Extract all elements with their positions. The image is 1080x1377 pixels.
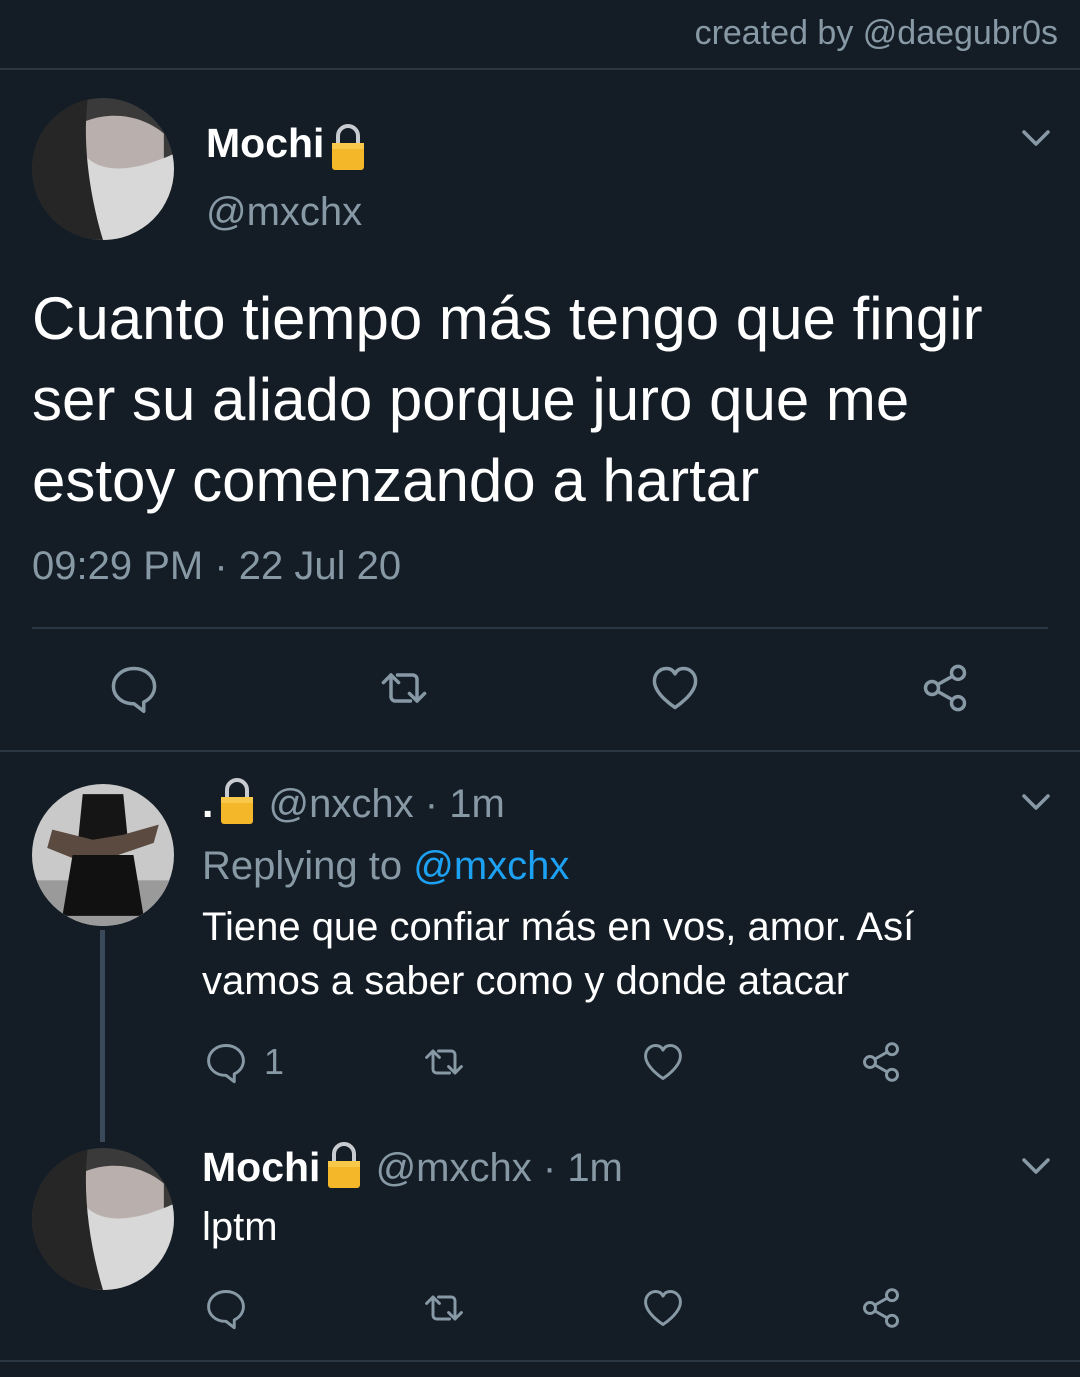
avatar-mochi[interactable]: [32, 98, 174, 240]
chevron-down-icon[interactable]: [1016, 118, 1056, 158]
header-divider: [0, 68, 1080, 70]
heart-icon: [640, 1286, 686, 1330]
mention-link[interactable]: @mxchx: [413, 844, 569, 888]
section-divider: [0, 750, 1080, 752]
reply1-text: Tiene que confiar más en vos, amor. Así …: [202, 905, 915, 1003]
share-icon: [918, 662, 972, 714]
lock-emoji-icon: [328, 122, 368, 172]
like-button[interactable]: [648, 662, 702, 714]
display-name: .: [202, 780, 214, 826]
bottom-divider: [0, 1360, 1080, 1362]
main-author[interactable]: Mochi: [206, 120, 368, 172]
avatar-image: [32, 1148, 174, 1290]
tweet-text: Cuanto tiempo más tengo que fingir ser s…: [32, 285, 983, 514]
avatar-image: [32, 784, 174, 926]
retweet-icon: [376, 662, 432, 714]
reply2-handle: @mxchx: [375, 1146, 532, 1190]
reply2-age: 1m: [567, 1146, 623, 1190]
like-button[interactable]: [640, 1040, 686, 1084]
share-icon: [858, 1286, 904, 1330]
share-button[interactable]: [858, 1040, 904, 1084]
avatar-nxchx[interactable]: [32, 784, 174, 926]
display-name: Mochi: [202, 1144, 321, 1190]
lock-emoji-icon: [217, 776, 257, 826]
heart-icon: [648, 662, 702, 714]
chevron-down-icon[interactable]: [1016, 1146, 1056, 1186]
share-icon: [858, 1040, 904, 1084]
retweet-button[interactable]: [420, 1040, 468, 1084]
share-button[interactable]: [858, 1286, 904, 1330]
reply2-text: lptm: [202, 1205, 278, 1249]
reply2-header[interactable]: Mochi @mxchx · 1m: [202, 1144, 623, 1191]
reply-button[interactable]: [108, 662, 160, 714]
timestamp-divider: [32, 627, 1048, 629]
speech-bubble-icon: [204, 1040, 248, 1084]
separator: ·: [424, 782, 439, 826]
display-name: Mochi: [206, 120, 325, 166]
share-button[interactable]: [918, 662, 972, 714]
tweet-time: 09:29 PM: [32, 544, 204, 588]
separator: ·: [214, 544, 228, 588]
heart-icon: [640, 1040, 686, 1084]
retweet-button[interactable]: [420, 1286, 468, 1330]
replying-label: Replying to: [202, 844, 403, 888]
reply-button[interactable]: [204, 1286, 248, 1330]
tweet-timestamp: 09:29 PM · 22 Jul 20: [32, 544, 401, 589]
retweet-button[interactable]: [376, 662, 432, 714]
reply1-age: 1m: [449, 782, 505, 826]
retweet-icon: [420, 1286, 468, 1330]
speech-bubble-icon: [204, 1286, 248, 1330]
avatar-image: [32, 98, 174, 240]
reply1-header[interactable]: . @nxchx · 1m: [202, 780, 505, 827]
creator-credit: created by @daegubr0s: [694, 14, 1058, 52]
separator: ·: [542, 1146, 557, 1190]
lock-emoji-icon: [324, 1140, 364, 1190]
replying-to: Replying to @mxchx: [202, 844, 569, 889]
retweet-icon: [420, 1040, 468, 1084]
reply-count: 1: [264, 1041, 285, 1082]
main-handle: @mxchx: [206, 190, 363, 234]
reply-button[interactable]: 1: [204, 1040, 284, 1084]
thread-connector: [100, 930, 105, 1142]
like-button[interactable]: [640, 1286, 686, 1330]
avatar-mochi[interactable]: [32, 1148, 174, 1290]
reply1-handle: @nxchx: [268, 782, 414, 826]
tweet-date: 22 Jul 20: [238, 544, 402, 588]
chevron-down-icon[interactable]: [1016, 782, 1056, 822]
speech-bubble-icon: [108, 662, 160, 714]
